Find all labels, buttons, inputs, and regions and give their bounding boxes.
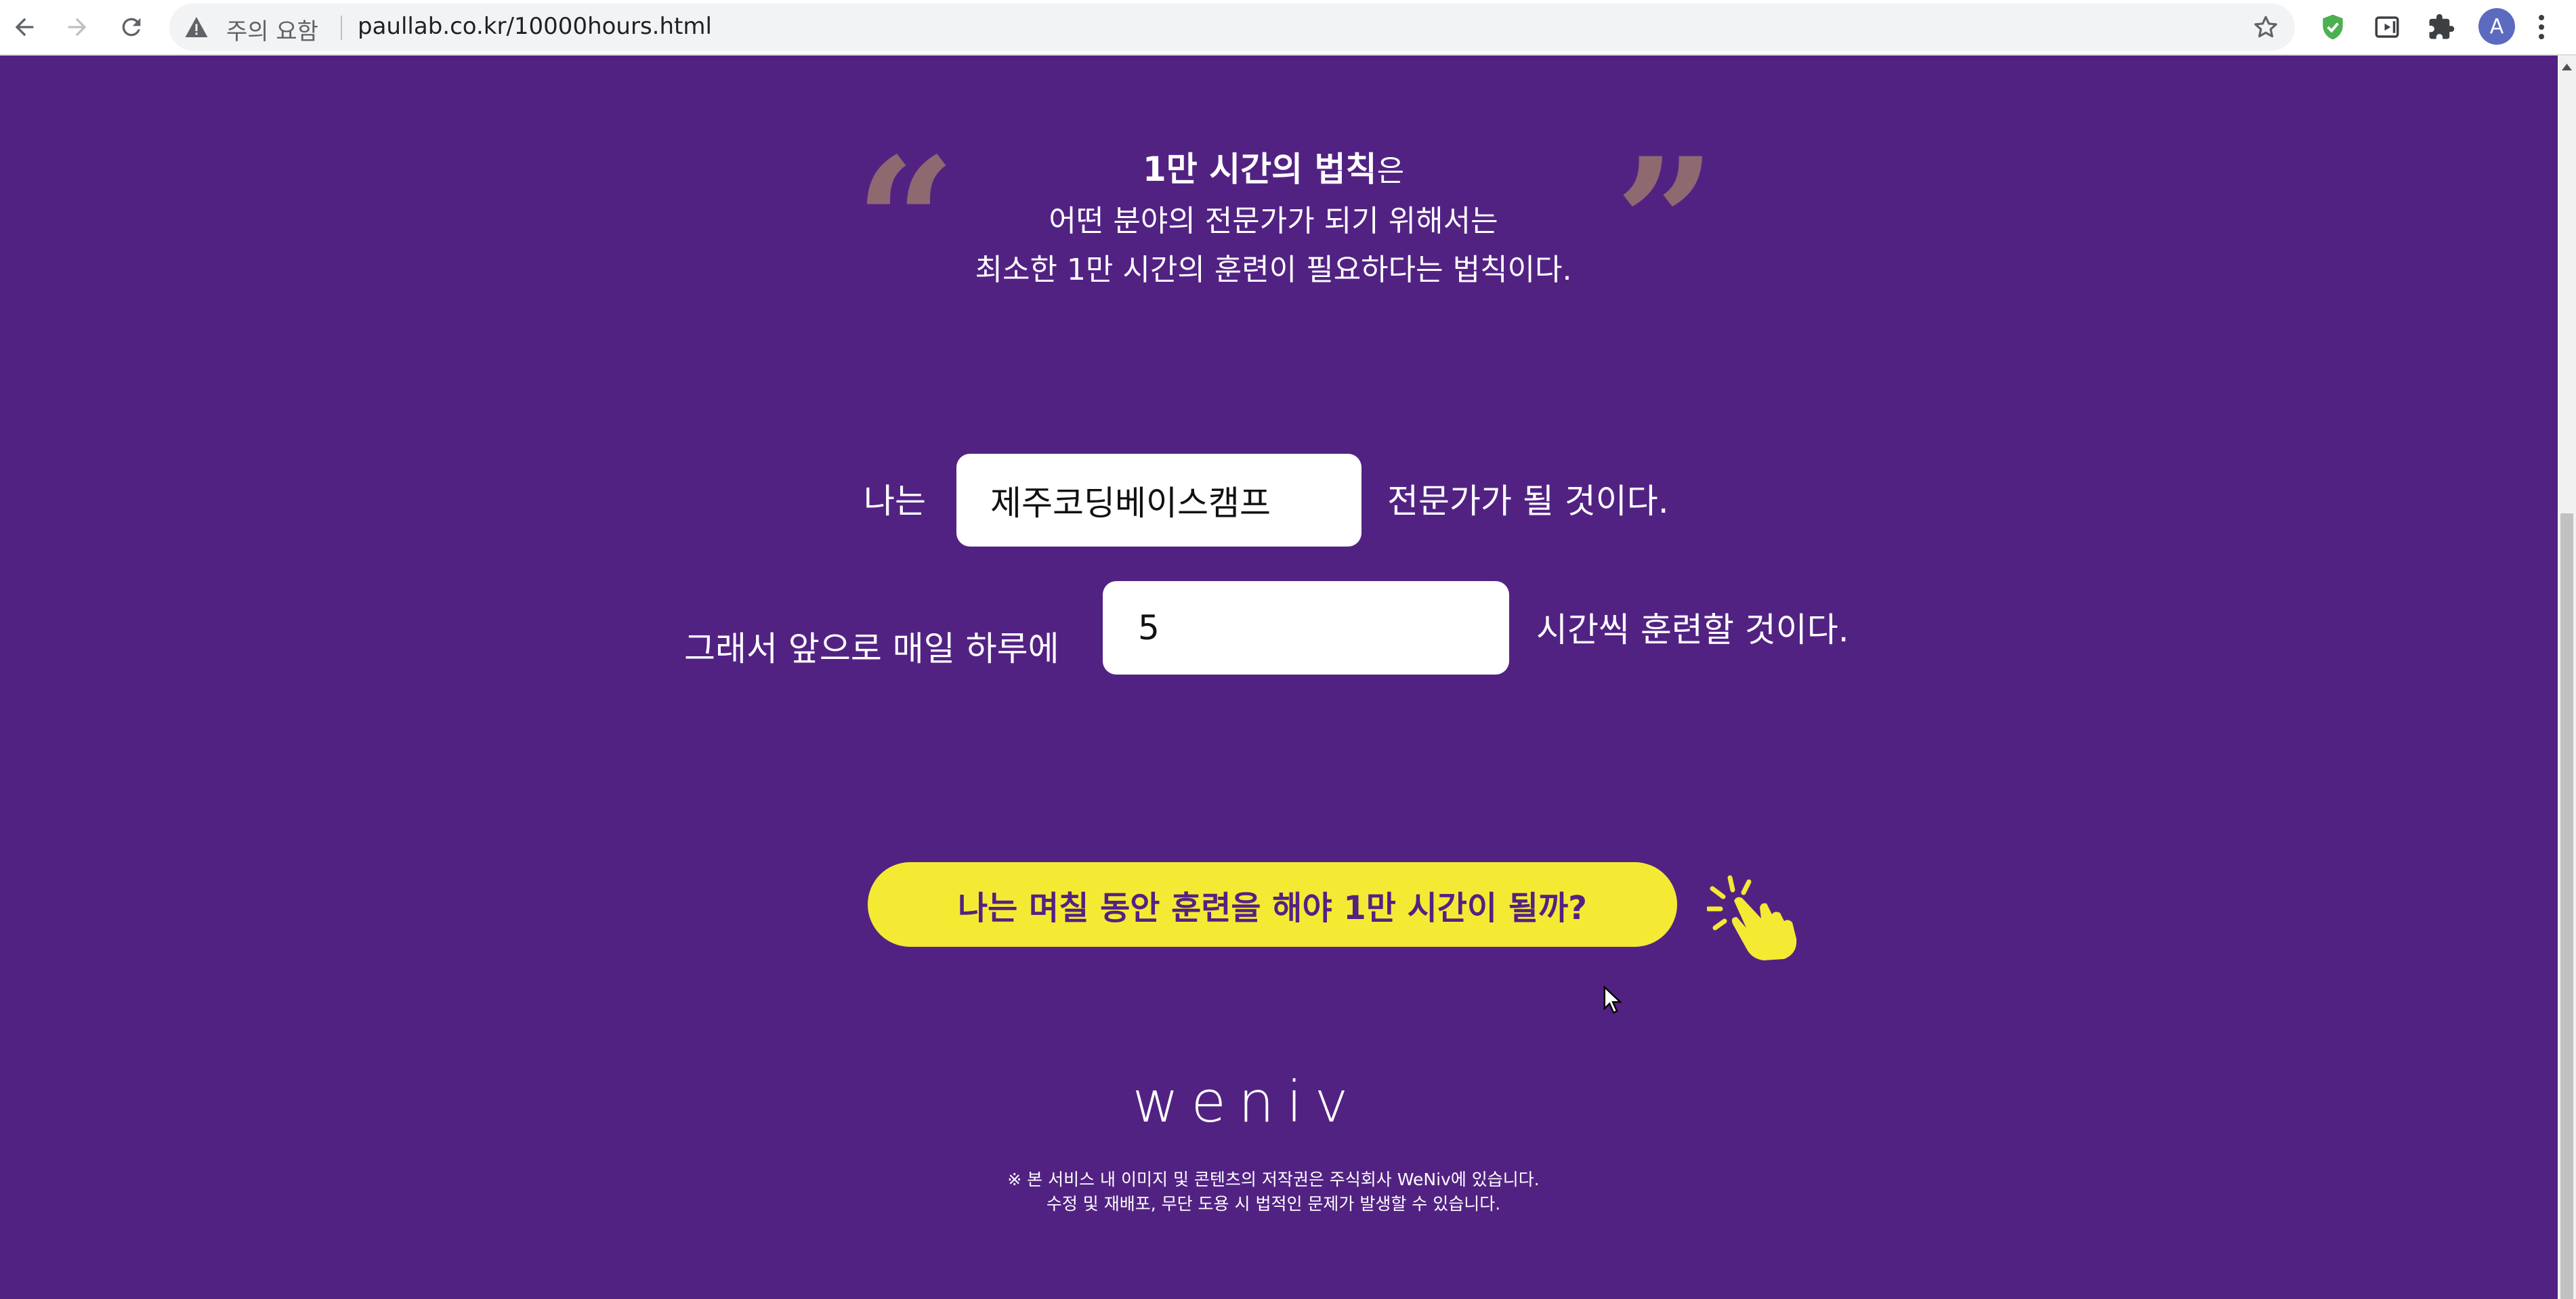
browser-toolbar: 주의 요함 paullab.co.kr/10000hours.html A (0, 0, 2576, 56)
security-warning-label[interactable]: 주의 요함 (226, 13, 318, 46)
back-button[interactable] (5, 8, 43, 46)
address-bar[interactable]: 주의 요함 paullab.co.kr/10000hours.html (169, 3, 2295, 51)
scroll-up-arrow-icon[interactable] (2560, 62, 2573, 72)
intro-line-3: 최소한 1만 시간의 훈련이 필요하다는 법칙이다. (975, 253, 1572, 287)
field-prefix-label: 나는 (864, 482, 926, 521)
reload-button[interactable] (112, 8, 150, 46)
hours-suffix-label: 시간씩 훈련할 것이다. (1536, 610, 1849, 650)
page-scrollbar-thumb[interactable] (2560, 513, 2573, 1299)
browser-menu-button[interactable] (2528, 8, 2555, 46)
field-input[interactable]: 제주코딩베이스캠프 (956, 454, 1361, 547)
copyright-line-1: ※ 본 서비스 내 이미지 및 콘텐츠의 저작권은 주식회사 WeNiv에 있습… (1007, 1170, 1540, 1189)
profile-avatar[interactable]: A (2478, 8, 2515, 45)
warning-icon (185, 17, 208, 37)
kebab-menu-icon (2538, 14, 2545, 40)
forward-button[interactable] (58, 8, 96, 46)
media-icon (2375, 16, 2399, 38)
intro-title: 1만 시간의 법칙은 (677, 142, 1870, 191)
omnibox-divider (341, 16, 342, 40)
shield-check-icon (2323, 14, 2343, 40)
hours-prefix-label: 그래서 앞으로 매일 하루에 (684, 629, 1059, 668)
hours-input[interactable]: 5 (1103, 581, 1509, 675)
extension-shield-button[interactable] (2314, 8, 2352, 46)
mouse-cursor-icon (1603, 985, 1623, 1014)
url-text[interactable]: paullab.co.kr/10000hours.html (358, 13, 712, 40)
copyright-line-2: 수정 및 재배포, 무단 도용 시 법적인 문제가 발생할 수 있습니다. (1046, 1194, 1501, 1214)
extensions-button[interactable] (2422, 8, 2460, 46)
star-icon[interactable] (2252, 13, 2280, 41)
clicking-hand-icon (1707, 875, 1797, 960)
puzzle-icon (2429, 14, 2455, 39)
forward-arrow-icon (68, 18, 87, 37)
reload-icon (122, 18, 141, 37)
field-suffix-label: 전문가가 될 것이다. (1387, 482, 1669, 521)
weniv-logo: weniv (1132, 1069, 1361, 1135)
intro-title-bold: 1만 시간의 법칙 (1142, 150, 1377, 189)
back-arrow-icon (15, 18, 34, 37)
intro-title-suffix: 은 (1376, 154, 1405, 188)
calculate-button[interactable]: 나는 며칠 동안 훈련을 해야 1만 시간이 될까? (868, 862, 1677, 947)
extension-media-button[interactable] (2368, 8, 2406, 46)
intro-line-2: 어떤 분야의 전문가가 되기 위해서는 (1049, 204, 1498, 238)
